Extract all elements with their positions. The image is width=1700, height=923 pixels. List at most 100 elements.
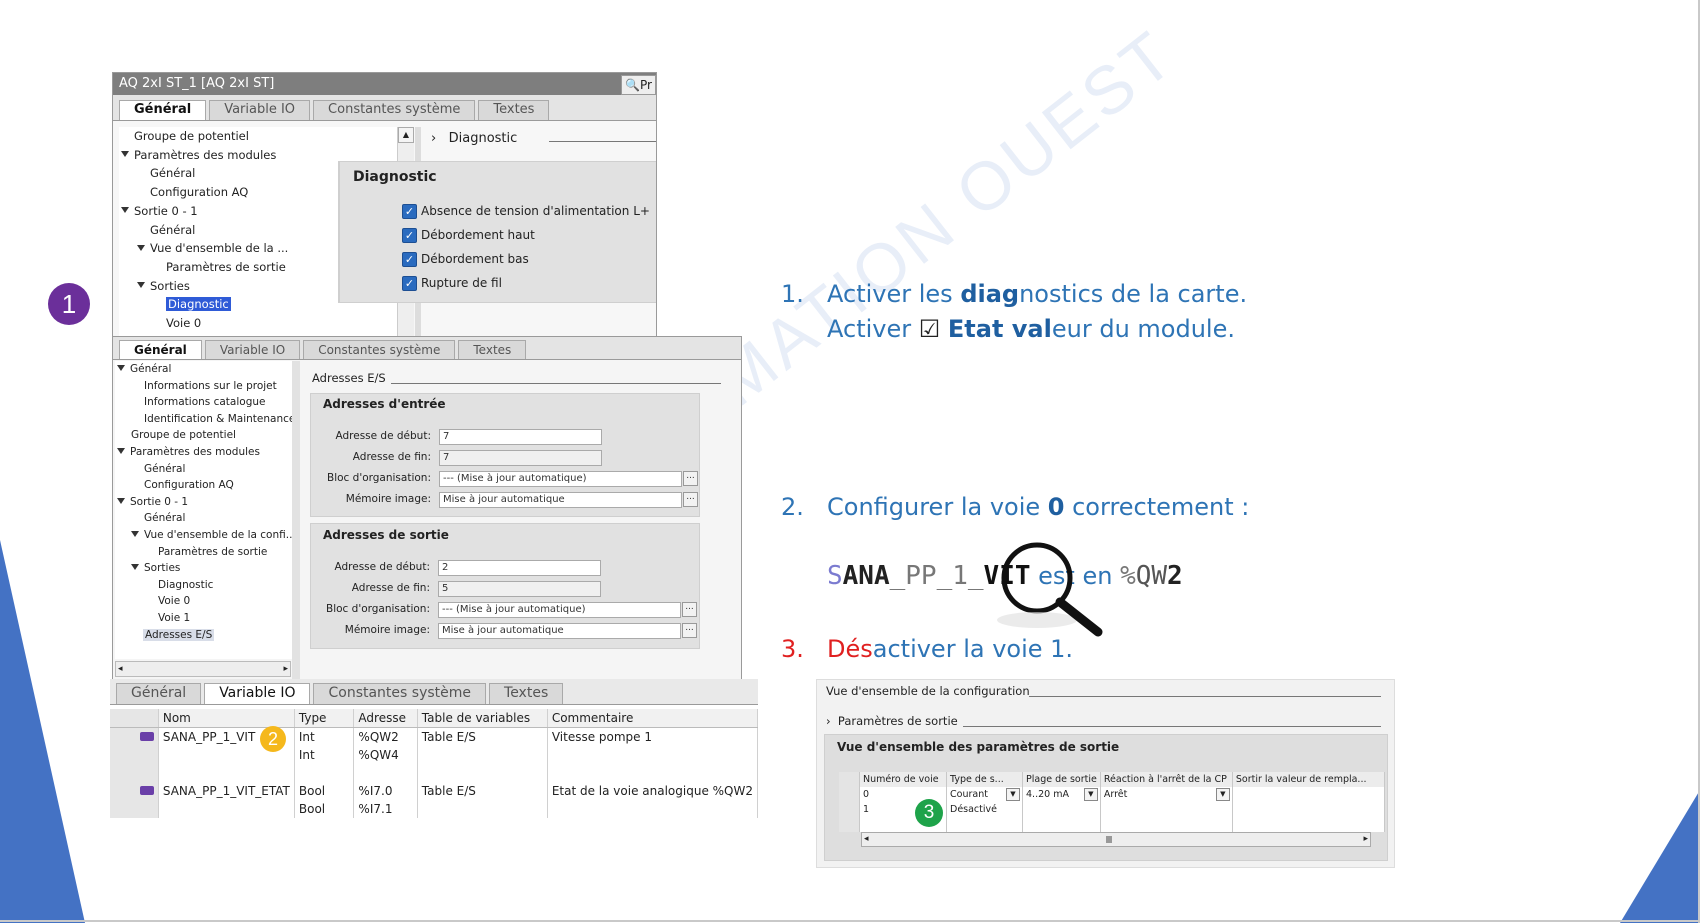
cell-commentaire[interactable]: Vitesse pompe 1 <box>547 727 758 746</box>
col-table[interactable]: Table de variables <box>417 709 548 728</box>
tree-item[interactable]: Voie 0 <box>119 314 409 333</box>
table-row[interactable]: 0 Courant ▼ 4..20 mA ▼ Arrêt ▼ <box>839 787 1386 802</box>
cell-type[interactable]: Int <box>294 746 355 764</box>
input-start-address-field[interactable]: 7 <box>439 429 602 445</box>
browse-button[interactable]: ... <box>683 471 698 486</box>
cell-adresse[interactable] <box>353 764 418 782</box>
dropdown-arrow-icon[interactable]: ▼ <box>1006 788 1020 801</box>
checkbox-rupture-fil[interactable]: ✓ <box>402 276 417 291</box>
col-adresse[interactable]: Adresse <box>353 709 418 728</box>
tree-item[interactable]: Vue d'ensemble de la confi... <box>115 527 299 544</box>
tree-item[interactable]: Sorties <box>115 560 299 577</box>
tab-general[interactable]: Général <box>116 683 202 704</box>
browse-button[interactable]: ... <box>682 602 697 617</box>
tree-item[interactable]: Voie 0 <box>115 593 299 610</box>
tab-general[interactable]: Général <box>119 100 207 120</box>
tree-item[interactable]: Diagnostic <box>115 577 299 594</box>
tree-item[interactable]: Informations catalogue <box>115 394 299 411</box>
cell-type[interactable]: Int <box>294 727 355 746</box>
table-hscrollbar[interactable]: ◂ ▸ <box>861 832 1371 847</box>
tab-textes[interactable]: Textes <box>478 100 550 120</box>
tree-item[interactable]: Groupe de potentiel <box>115 427 299 444</box>
cell-nom[interactable] <box>158 800 295 818</box>
cell-table[interactable] <box>417 764 548 782</box>
cell-adresse[interactable]: %I7.1 <box>353 800 418 818</box>
tab-variable-io[interactable]: Variable IO <box>204 683 311 704</box>
output-start-address-field[interactable]: 2 <box>438 560 601 576</box>
col-commentaire[interactable]: Commentaire <box>547 709 758 728</box>
col-voie[interactable]: Numéro de voie <box>859 772 947 787</box>
checkbox-debordement-bas[interactable]: ✓ <box>402 252 417 267</box>
cell-commentaire[interactable]: Etat de la voie analogique %QW2 <box>547 782 758 800</box>
col-plage[interactable]: Plage de sortie <box>1022 772 1101 787</box>
cell-adresse[interactable]: %QW4 <box>353 746 418 764</box>
col-valeur[interactable]: Sortir la valeur de rempla... <box>1232 772 1386 787</box>
plage-select[interactable]: 4..20 mA ▼ <box>1022 787 1101 802</box>
cell-table[interactable] <box>417 800 548 818</box>
tab-variable-io[interactable]: Variable IO <box>204 340 301 359</box>
tree-item[interactable]: Général <box>115 510 299 527</box>
section-header-diagnostic[interactable]: › Diagnostic <box>431 131 517 146</box>
splitter[interactable] <box>292 361 300 679</box>
cell-commentaire[interactable] <box>547 746 758 764</box>
tree-item[interactable]: Sortie 0 - 1 <box>115 494 299 511</box>
section-header-parametres[interactable]: › Paramètres de sortie <box>826 714 958 728</box>
type-select[interactable]: Courant ▼ <box>946 787 1023 802</box>
reaction-select[interactable]: Arrêt ▼ <box>1100 787 1233 802</box>
tab-textes[interactable]: Textes <box>458 340 527 359</box>
tree-item[interactable]: Groupe de potentiel <box>119 127 409 146</box>
cell-adresse[interactable]: %I7.0 <box>353 782 418 800</box>
tab-constantes-systeme[interactable]: Constantes système <box>303 340 456 359</box>
tree-item[interactable]: Paramètres de sortie <box>115 544 299 561</box>
output-process-image-field[interactable]: Mise à jour automatique <box>438 623 681 639</box>
scroll-left-icon[interactable]: ◂ <box>118 662 123 676</box>
cell-commentaire[interactable] <box>547 764 758 782</box>
cell-type[interactable] <box>294 764 355 782</box>
tab-constantes-systeme[interactable]: Constantes système <box>313 100 476 120</box>
cell-table[interactable]: Table E/S <box>417 782 548 800</box>
browse-button[interactable]: ... <box>683 492 698 507</box>
cell-adresse[interactable]: %QW2 <box>353 727 418 746</box>
cell-type[interactable]: Bool <box>294 800 355 818</box>
tree-hscrollbar[interactable]: ◂ ▸ <box>115 661 291 677</box>
tree-item[interactable]: Général <box>115 461 299 478</box>
tree-item[interactable]: Voie 1 <box>115 610 299 627</box>
tree-item[interactable]: Général <box>115 361 299 378</box>
scroll-right-icon[interactable]: ▸ <box>1363 833 1368 846</box>
dropdown-arrow-icon[interactable]: ▼ <box>1215 788 1230 801</box>
cell-nom[interactable] <box>158 764 295 782</box>
tree-item[interactable]: Identification & Maintenance <box>115 411 299 428</box>
cell-nom[interactable]: SANA_PP_1_VIT_ETAT <box>158 782 295 800</box>
tab-general[interactable]: Général <box>119 340 202 359</box>
col-type[interactable]: Type de s... <box>946 772 1023 787</box>
scroll-left-icon[interactable]: ◂ <box>864 833 869 846</box>
col-reaction[interactable]: Réaction à l'arrêt de la CP <box>1100 772 1233 787</box>
tab-textes[interactable]: Textes <box>489 683 564 704</box>
output-ob-field[interactable]: --- (Mise à jour automatique) <box>438 602 681 618</box>
dropdown-arrow-icon[interactable]: ▼ <box>1083 788 1098 801</box>
type-select[interactable]: Désactivé <box>946 802 1023 817</box>
checkbox-debordement-haut[interactable]: ✓ <box>402 228 417 243</box>
cell-commentaire[interactable] <box>547 800 758 818</box>
scroll-up-icon[interactable]: ▲ <box>398 127 414 143</box>
cell-table[interactable]: Table E/S <box>417 727 548 746</box>
table-row[interactable]: Int %QW4 <box>110 746 758 764</box>
table-row[interactable]: Bool %I7.1 <box>110 800 758 818</box>
cell-type[interactable]: Bool <box>294 782 355 800</box>
tree-item[interactable]: Paramètres des modules <box>115 444 299 461</box>
scroll-right-icon[interactable]: ▸ <box>283 662 288 676</box>
cell-table[interactable] <box>417 746 548 764</box>
cell-valeur[interactable] <box>1232 787 1386 802</box>
table-row[interactable]: SANA_PP_1_VIT_ETAT Bool %I7.0 Table E/S … <box>110 782 758 800</box>
input-ob-field[interactable]: --- (Mise à jour automatique) <box>439 471 682 487</box>
tree-item-adresses-selected[interactable]: Adresses E/S <box>115 627 299 644</box>
properties-button[interactable]: 🔍Pr <box>621 75 656 95</box>
table-row[interactable]: SANA_PP_1_VIT Int %QW2 Table E/S Vitesse… <box>110 727 758 746</box>
col-nom[interactable]: Nom <box>158 709 295 728</box>
tab-variable-io[interactable]: Variable IO <box>209 100 311 120</box>
scroll-thumb[interactable] <box>1106 836 1112 843</box>
col-type[interactable]: Type <box>294 709 355 728</box>
tab-constantes-systeme[interactable]: Constantes système <box>313 683 487 704</box>
browse-button[interactable]: ... <box>682 623 697 638</box>
checkbox-absence-tension[interactable]: ✓ <box>402 204 417 219</box>
